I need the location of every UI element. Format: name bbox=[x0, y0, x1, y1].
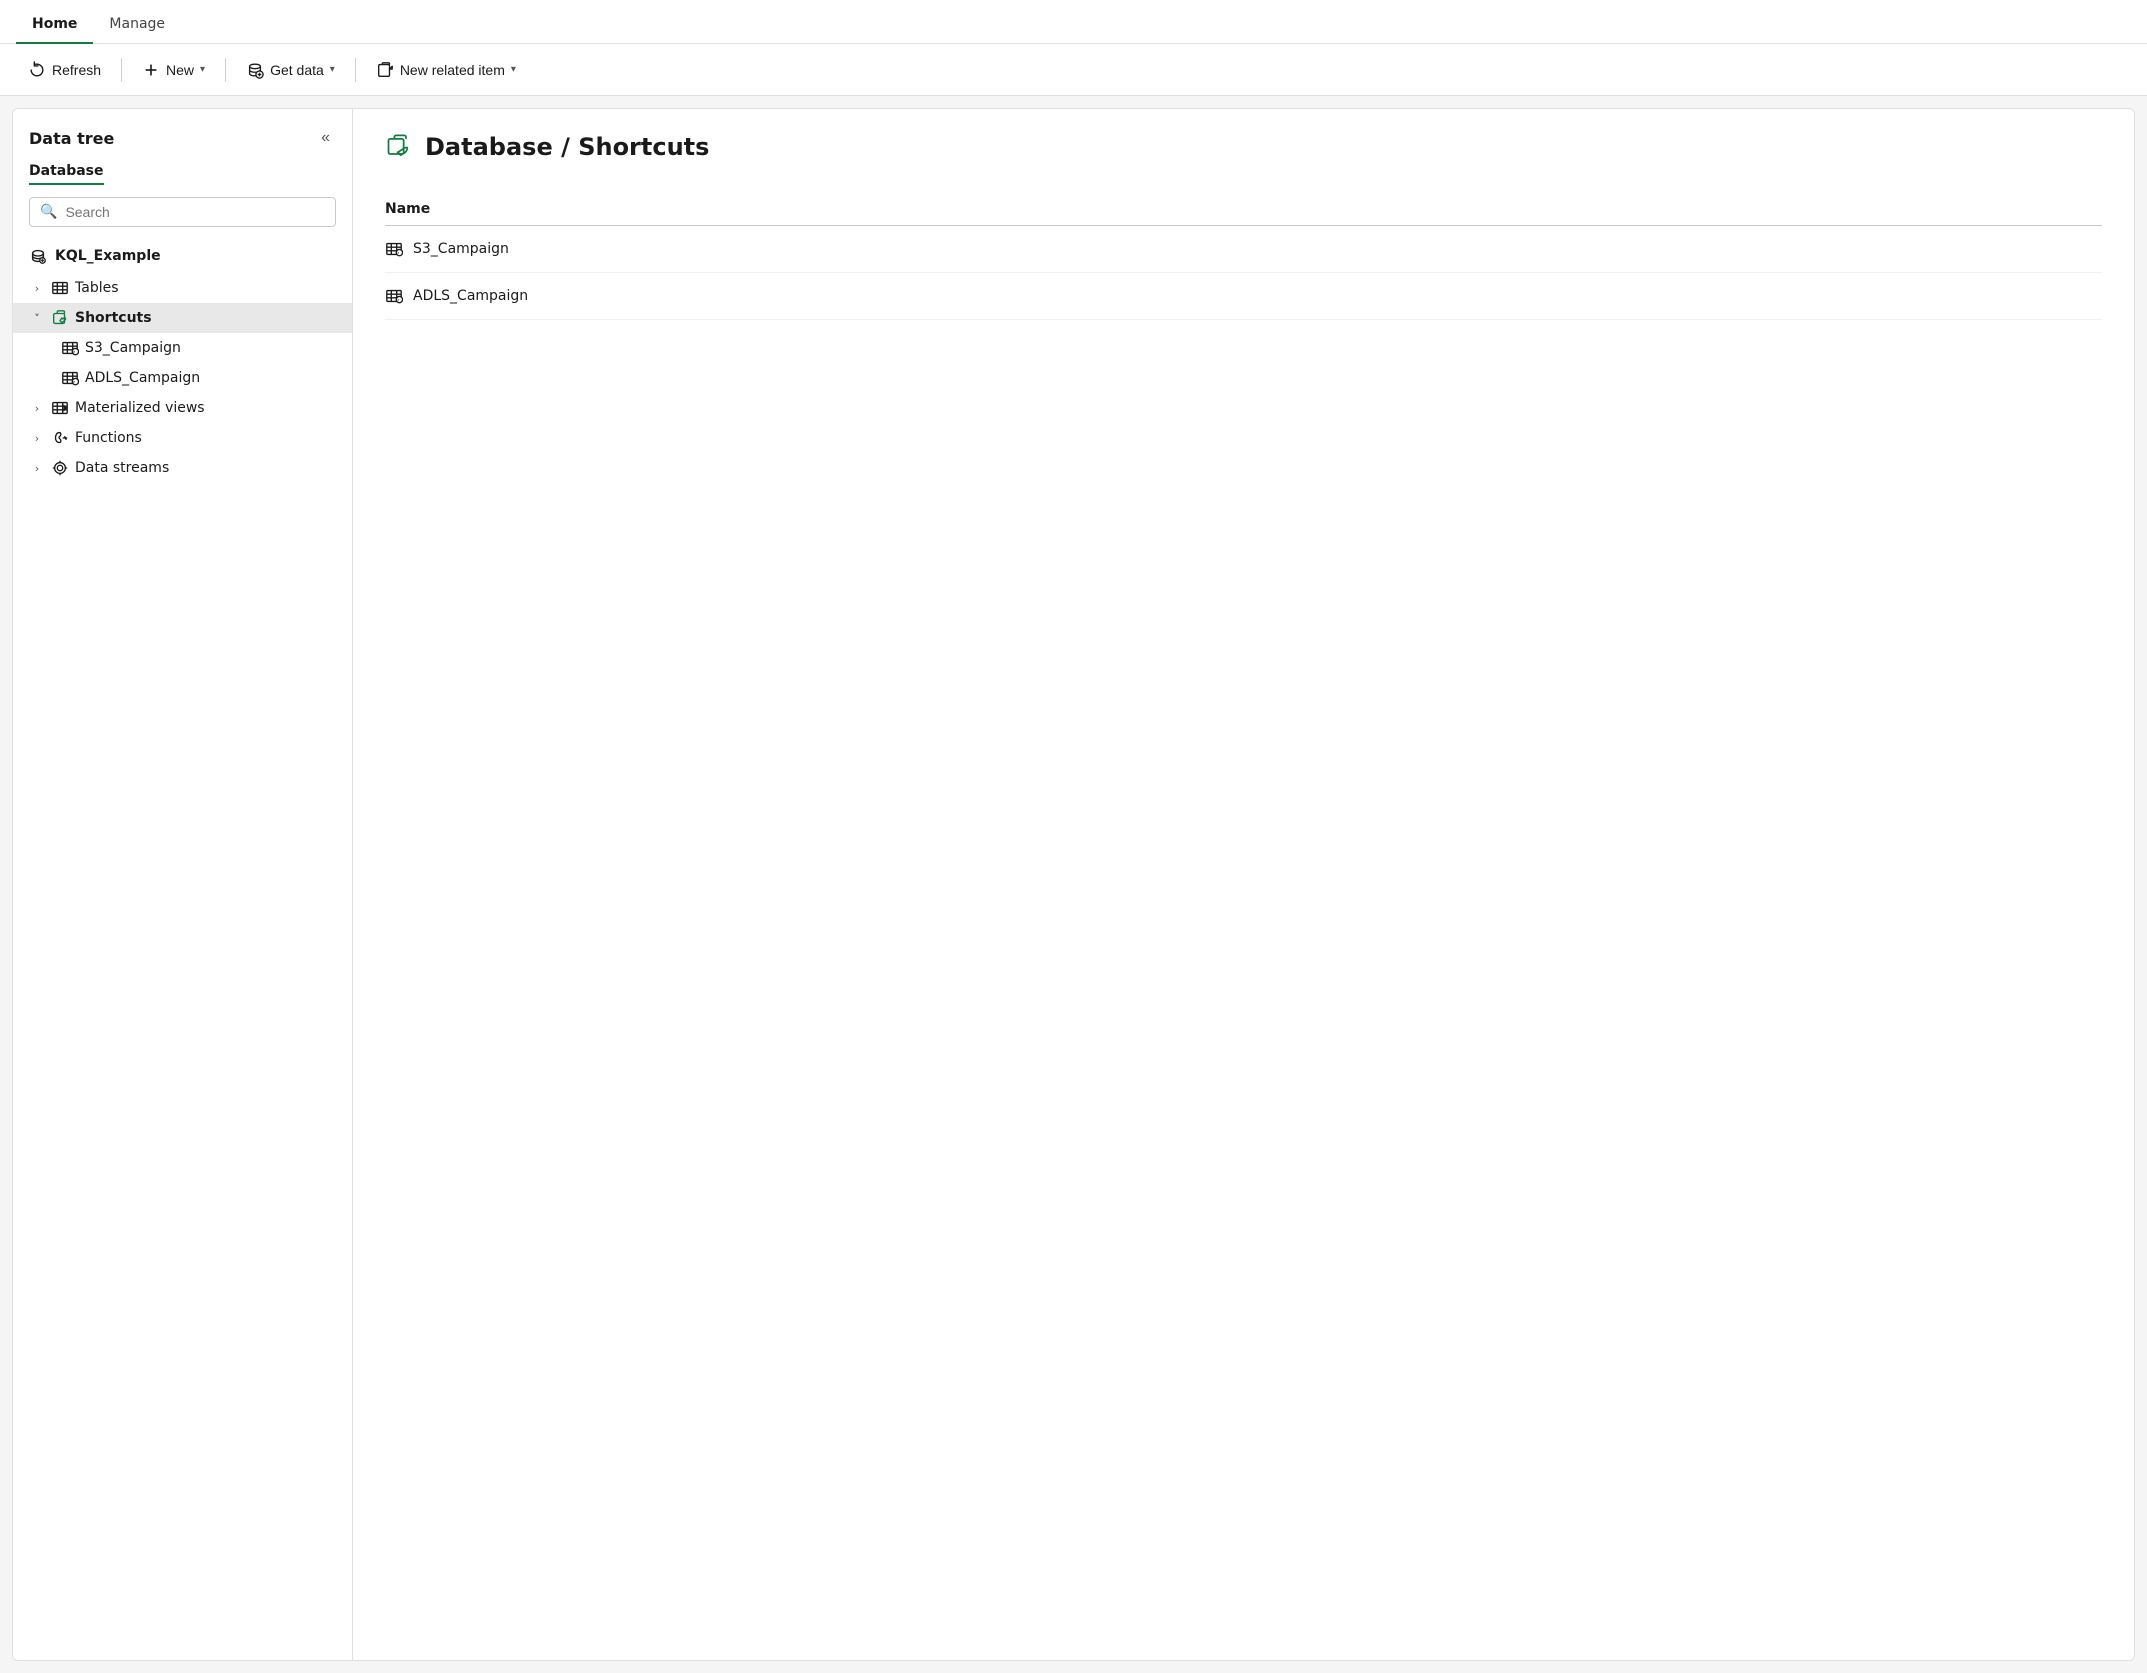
data-streams-label: Data streams bbox=[75, 460, 169, 476]
title-shortcuts-icon bbox=[385, 133, 413, 161]
get-data-button[interactable]: Get data ▾ bbox=[234, 55, 347, 85]
shortcuts-table: Name bbox=[385, 193, 2102, 320]
new-related-item-button[interactable]: New related item ▾ bbox=[364, 55, 528, 85]
collapse-button[interactable]: « bbox=[315, 125, 336, 151]
search-input[interactable] bbox=[65, 204, 325, 220]
toolbar-divider-1 bbox=[121, 58, 122, 82]
refresh-icon bbox=[28, 61, 46, 79]
left-panel: Data tree « Database 🔍 KQL_Example bbox=[12, 108, 352, 1661]
kql-example-row[interactable]: KQL_Example bbox=[13, 239, 352, 273]
right-panel: Database / Shortcuts Name bbox=[352, 108, 2135, 1661]
adls-campaign-table-label: ADLS_Campaign bbox=[413, 288, 528, 304]
tables-row[interactable]: › Tables bbox=[13, 273, 352, 303]
new-button[interactable]: New ▾ bbox=[130, 55, 217, 85]
toolbar-divider-2 bbox=[225, 58, 226, 82]
name-column-header: Name bbox=[385, 193, 2102, 226]
functions-row[interactable]: › Functions bbox=[13, 423, 352, 453]
right-panel-title: Database / Shortcuts bbox=[385, 133, 2102, 161]
toolbar-divider-3 bbox=[355, 58, 356, 82]
tables-expand-icon: › bbox=[29, 282, 45, 295]
data-streams-row[interactable]: › Data streams bbox=[13, 453, 352, 483]
s3-campaign-tree-row[interactable]: S3_Campaign bbox=[13, 333, 352, 363]
toolbar: Refresh New ▾ Get data ▾ New bbox=[0, 44, 2147, 96]
kql-icon bbox=[29, 247, 47, 265]
panel-header: Data tree « bbox=[13, 125, 352, 163]
functions-icon bbox=[51, 429, 69, 447]
s3-campaign-label: S3_Campaign bbox=[85, 340, 181, 356]
tree-container: KQL_Example › Tables ˅ bbox=[13, 239, 352, 1644]
panel-title: Data tree bbox=[29, 129, 114, 148]
new-chevron-icon: ▾ bbox=[200, 64, 205, 75]
new-related-item-icon bbox=[376, 61, 394, 79]
tab-home[interactable]: Home bbox=[16, 6, 93, 44]
main-content: Data tree « Database 🔍 KQL_Example bbox=[0, 96, 2147, 1673]
get-data-icon bbox=[246, 61, 264, 79]
shortcuts-expand-icon: ˅ bbox=[29, 312, 45, 325]
right-panel-title-text: Database / Shortcuts bbox=[425, 133, 709, 161]
shortcuts-row[interactable]: ˅ Shortcuts bbox=[13, 303, 352, 333]
materialized-views-label: Materialized views bbox=[75, 400, 205, 416]
s3-table-icon bbox=[385, 240, 403, 258]
top-tabs: Home Manage bbox=[0, 0, 2147, 44]
refresh-button[interactable]: Refresh bbox=[16, 55, 113, 85]
shortcuts-label: Shortcuts bbox=[75, 310, 152, 326]
new-related-item-chevron-icon: ▾ bbox=[511, 64, 516, 75]
tables-icon bbox=[51, 279, 69, 297]
data-streams-icon bbox=[51, 459, 69, 477]
search-box: 🔍 bbox=[29, 197, 336, 227]
db-tab-label[interactable]: Database bbox=[29, 163, 104, 185]
adls-campaign-icon bbox=[61, 369, 79, 387]
adls-campaign-tree-row[interactable]: ADLS_Campaign bbox=[13, 363, 352, 393]
data-streams-expand-icon: › bbox=[29, 462, 45, 475]
kql-label: KQL_Example bbox=[55, 248, 161, 264]
search-icon: 🔍 bbox=[40, 204, 57, 220]
mat-views-expand-icon: › bbox=[29, 402, 45, 415]
shortcuts-icon bbox=[51, 309, 69, 327]
adls-campaign-label: ADLS_Campaign bbox=[85, 370, 200, 386]
materialized-views-icon bbox=[51, 399, 69, 417]
tab-manage[interactable]: Manage bbox=[93, 6, 181, 44]
table-row[interactable]: ADLS_Campaign bbox=[385, 273, 2102, 320]
tables-label: Tables bbox=[75, 280, 119, 296]
functions-expand-icon: › bbox=[29, 432, 45, 445]
s3-campaign-icon bbox=[61, 339, 79, 357]
table-row[interactable]: S3_Campaign bbox=[385, 226, 2102, 273]
plus-icon bbox=[142, 61, 160, 79]
s3-campaign-table-label: S3_Campaign bbox=[413, 241, 509, 257]
db-tab: Database bbox=[13, 163, 352, 185]
adls-table-icon bbox=[385, 287, 403, 305]
get-data-chevron-icon: ▾ bbox=[330, 64, 335, 75]
materialized-views-row[interactable]: › Materialized views bbox=[13, 393, 352, 423]
functions-label: Functions bbox=[75, 430, 142, 446]
